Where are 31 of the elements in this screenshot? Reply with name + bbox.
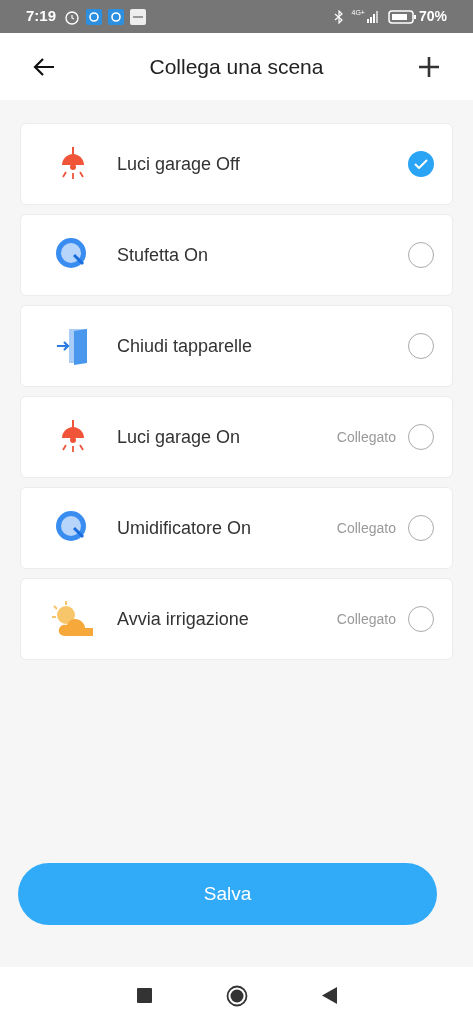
signal-icon xyxy=(365,10,380,23)
battery-icon xyxy=(387,9,416,24)
scene-name: Stufetta On xyxy=(117,243,210,267)
linked-label: Collegato xyxy=(336,518,396,538)
back-nav-icon[interactable] xyxy=(321,987,337,1004)
alarm-icon xyxy=(64,8,81,25)
chat-app-icon xyxy=(86,8,103,25)
chat-app-icon xyxy=(108,8,125,25)
checked-radio[interactable] xyxy=(408,151,434,177)
scene-card[interactable]: Luci garage On Collegato xyxy=(20,396,453,478)
recents-icon[interactable] xyxy=(136,988,152,1003)
scene-name: Umidificatore On xyxy=(117,516,253,540)
linked-label: Collegato xyxy=(336,427,396,447)
scene-card[interactable]: Luci garage Off xyxy=(20,123,453,205)
check-icon xyxy=(414,159,428,169)
battery-percent: 70% xyxy=(418,7,447,26)
status-time: 7:19 xyxy=(26,6,57,27)
page-title: Collega una scena xyxy=(148,53,325,80)
scene-name: Luci garage Off xyxy=(117,152,241,176)
scene-card[interactable]: Chiudi tapparelle xyxy=(20,305,453,387)
scene-name: Chiudi tapparelle xyxy=(117,334,254,358)
home-icon[interactable] xyxy=(225,984,248,1007)
scene-card[interactable]: Avvia irrigazione Collegato xyxy=(20,578,453,660)
app-icon xyxy=(130,8,147,25)
sun-cloud-icon xyxy=(51,600,95,638)
linked-label: Collegato xyxy=(336,609,396,629)
scene-name: Luci garage On xyxy=(117,425,242,449)
scene-card[interactable]: Stufetta On xyxy=(20,214,453,296)
scene-name: Avvia irrigazione xyxy=(117,607,250,631)
bluetooth-icon xyxy=(333,9,344,24)
scene-card[interactable]: Umidificatore On Collegato xyxy=(20,487,453,569)
